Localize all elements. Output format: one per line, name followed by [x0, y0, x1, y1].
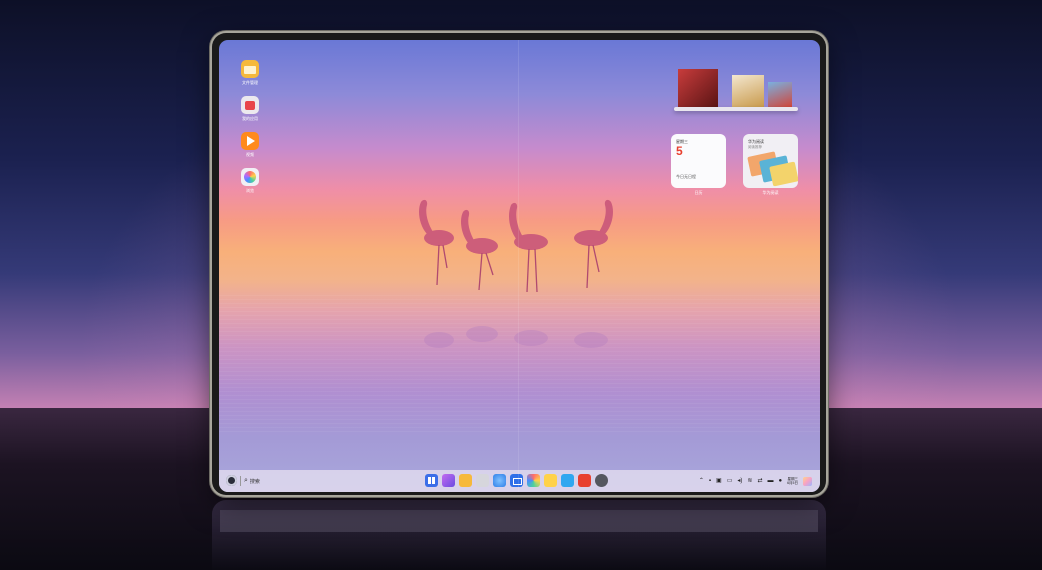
desktop-icon-my-apps[interactable]: 我的应用	[230, 96, 270, 121]
dock-app-notes[interactable]	[544, 474, 557, 487]
volume-icon[interactable]: ◂)	[737, 474, 742, 488]
desktop-icon-label: 浏览	[246, 188, 254, 193]
dock-app-trash[interactable]	[476, 474, 489, 487]
music-shelf-widget[interactable]	[674, 65, 798, 111]
album-cover[interactable]	[678, 69, 736, 107]
wifi-icon[interactable]: ≋	[747, 474, 752, 488]
screen-icon[interactable]: ▭	[727, 474, 733, 488]
clock-date: 6月5日	[787, 481, 798, 485]
dock-app-browser[interactable]	[493, 474, 506, 487]
play-icon	[241, 132, 259, 150]
desktop-icon-video[interactable]: 视频	[230, 132, 270, 157]
sync-icon[interactable]: ⇄	[757, 474, 762, 488]
dock-app-files[interactable]	[459, 474, 472, 487]
reader-widget-caption: 华为阅读	[762, 190, 779, 195]
device-reflection	[212, 500, 826, 570]
battery-icon[interactable]: ▬	[767, 474, 773, 488]
calendar-widget-caption: 日历	[694, 190, 703, 195]
calendar-widget[interactable]: 星期三 5 今日无日程	[671, 134, 726, 188]
flamingo-wallpaper-art	[419, 199, 613, 348]
desktop-icon-label: 我的应用	[242, 116, 258, 121]
calendar-note: 今日无日程	[676, 174, 696, 179]
album-cover[interactable]	[732, 75, 764, 107]
dock-app-photos[interactable]	[527, 474, 540, 487]
notification-center-icon[interactable]	[803, 476, 812, 486]
album-cover[interactable]	[768, 82, 792, 107]
search-label: 搜索	[249, 478, 260, 485]
book-cover	[769, 161, 798, 187]
taskbar-reflection	[220, 510, 818, 532]
dock-app-calendar[interactable]	[578, 474, 591, 487]
shelf-ledge	[674, 107, 798, 111]
dock-app-gallery[interactable]	[442, 474, 455, 487]
chevron-up-icon[interactable]: ⌃	[699, 474, 704, 488]
taskbar: ⌕ 搜索 ⌃ ▪ ▣ ▭ ◂) ≋ ⇄ ▬ ● 星期三 6月5日	[219, 470, 820, 492]
desktop-icon-label: 视频	[246, 152, 254, 157]
system-tray: ⌃ ▪ ▣ ▭ ◂) ≋ ⇄ ▬ ● 星期三 6月5日	[699, 474, 812, 488]
search-button[interactable]: ⌕ 搜索	[244, 475, 260, 487]
desktop-icon-label: 文件管理	[242, 80, 258, 85]
compass-icon	[241, 168, 259, 186]
folder-icon	[241, 60, 259, 78]
keyboard-icon[interactable]: ▣	[716, 474, 722, 488]
desktop-icon-file-manager[interactable]: 文件管理	[230, 60, 270, 85]
fold-hinge-line	[518, 40, 519, 492]
calendar-day-number: 5	[676, 144, 683, 158]
taskbar-divider	[240, 476, 241, 486]
desktop-icon-browser[interactable]: 浏览	[230, 168, 270, 193]
search-icon: ⌕	[244, 477, 248, 484]
reader-widget[interactable]: 华为阅读 阅读推荐	[743, 134, 798, 188]
tablet-screen: 文件管理 我的应用 视频 浏览 星期三 5 今日无日程 日历 华为阅读 阅读推荐…	[219, 40, 820, 492]
clock[interactable]: 星期三 6月5日	[787, 477, 798, 486]
dock-app-settings[interactable]	[595, 474, 608, 487]
input-method-icon[interactable]: ▪	[709, 474, 711, 488]
dock-app-mail[interactable]	[510, 474, 523, 487]
dock	[425, 474, 608, 488]
start-button[interactable]	[226, 475, 237, 486]
reader-subtitle: 阅读推荐	[748, 145, 762, 149]
microphone-icon[interactable]: ●	[778, 474, 782, 488]
bag-icon	[241, 96, 259, 114]
dock-app-grid[interactable]	[425, 474, 438, 487]
dock-app-docs[interactable]	[561, 474, 574, 487]
